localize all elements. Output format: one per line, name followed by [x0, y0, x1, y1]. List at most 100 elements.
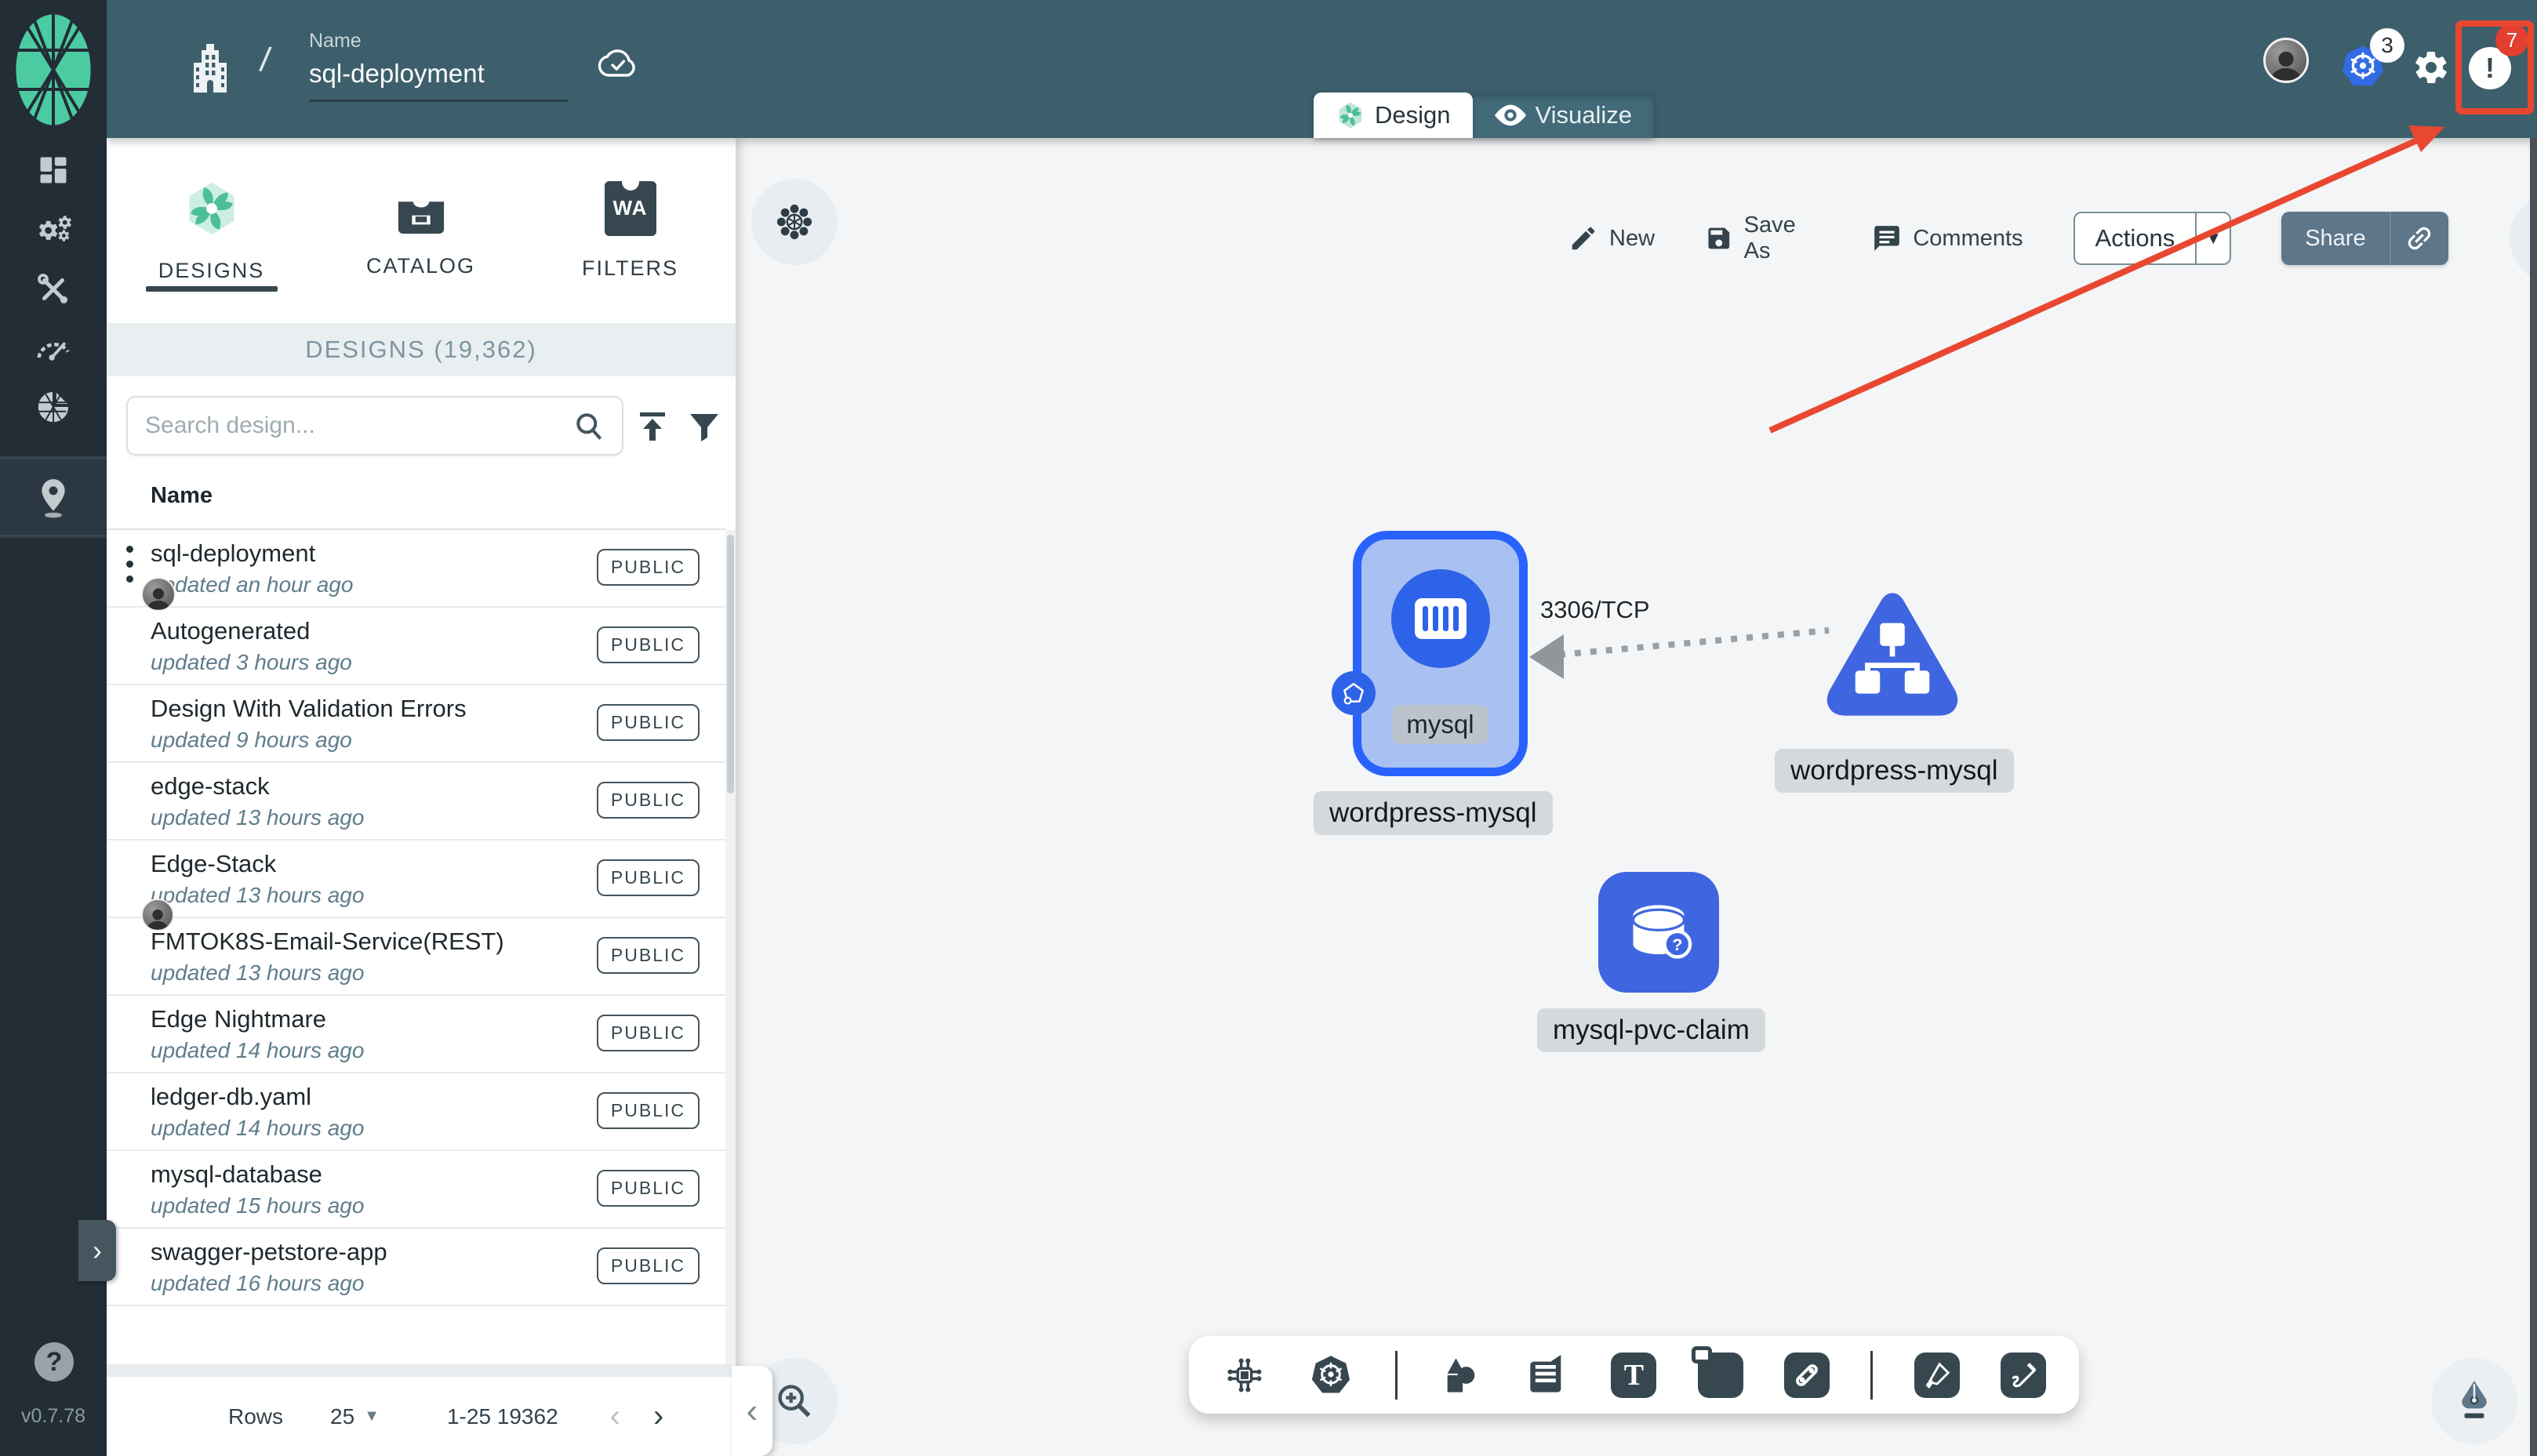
toolbar-divider [1870, 1350, 1874, 1400]
design-name: Edge-Stack [151, 850, 277, 877]
pagination-range: 1-25 19362 [446, 1403, 558, 1429]
sidebar-item-lifecycle[interactable] [0, 199, 107, 260]
cloud-save-status-icon [598, 49, 635, 77]
next-page-button[interactable]: › [653, 1399, 663, 1434]
design-name: mysql-database [151, 1160, 322, 1188]
design-row[interactable]: FMTOK8S-Email-Service(REST) updated 13 h… [107, 918, 726, 996]
design-name: swagger-petstore-app [151, 1238, 387, 1265]
app-version: v0.7.78 [20, 1405, 85, 1427]
notification-center-button[interactable]: ! 7 [2469, 24, 2528, 89]
design-search-input[interactable] [144, 412, 572, 440]
rows-label: Rows [228, 1403, 284, 1429]
panel-tab-designs-label: DESIGNS [158, 258, 265, 282]
design-row[interactable]: Edge-Stack updated 13 hours ago PUBLIC [107, 841, 726, 931]
person-silhouette-icon [147, 588, 170, 610]
text-tool-icon[interactable]: T [1611, 1352, 1657, 1398]
design-row[interactable]: mysql-database updated 15 hours ago PUBL… [107, 1151, 726, 1229]
sidebar-item-configuration[interactable] [0, 259, 107, 320]
design-row[interactable]: edge-stack updated 13 hours ago PUBLIC [107, 763, 726, 841]
edge-layer [1529, 627, 1830, 679]
visibility-badge: PUBLIC [596, 782, 700, 819]
freehand-draw-tool-icon[interactable] [2000, 1352, 2046, 1398]
panel-tab-catalog[interactable]: CATALOG [316, 138, 525, 323]
panel-tab-designs[interactable]: DESIGNS [107, 138, 316, 323]
prev-page-button[interactable]: ‹ [610, 1399, 620, 1434]
design-name: FMTOK8S-Email-Service(REST) [151, 928, 504, 955]
visibility-badge: PUBLIC [596, 549, 700, 586]
import-design-icon[interactable] [634, 408, 671, 445]
design-owner-avatar [141, 577, 176, 612]
tab-visualize[interactable]: Visualize [1472, 93, 1655, 138]
location-pin-icon [42, 479, 65, 518]
person-silhouette-icon [147, 910, 169, 930]
design-row[interactable]: ledger-db.yaml updated 14 hours ago PUBL… [107, 1073, 726, 1151]
design-name: edge-stack [151, 772, 270, 800]
design-canvas[interactable]: New Save As Comments Actions ▼ Share 330… [736, 138, 2531, 1456]
note-tool-icon[interactable] [1691, 1345, 1743, 1398]
sidebar-item-performance[interactable] [0, 317, 107, 378]
design-pen-button[interactable] [2431, 1358, 2517, 1444]
settings-gear-icon[interactable] [2412, 49, 2450, 86]
design-name-group: Name sql-deployment [309, 30, 568, 102]
components-circuit-icon[interactable] [1222, 1353, 1267, 1398]
design-updated: updated 13 hours ago [151, 960, 365, 985]
sidebar-item-location[interactable] [0, 467, 107, 528]
user-avatar[interactable] [2263, 38, 2309, 83]
design-name: Design With Validation Errors [151, 695, 467, 722]
pod-pentagon-icon [1343, 683, 1364, 705]
volume-cylinder-icon: ? [1631, 905, 1692, 959]
sidebar-item-extensions[interactable] [0, 376, 107, 438]
sidebar-expand-handle[interactable]: › [78, 1220, 116, 1281]
design-row[interactable]: swagger-petstore-app updated 16 hours ag… [107, 1229, 726, 1306]
design-row[interactable]: Design With Validation Errors updated 9 … [107, 685, 726, 763]
node-pod-mysql[interactable]: mysql [1332, 531, 1528, 776]
rows-per-page-select[interactable]: 25 ▼ [330, 1404, 380, 1429]
toolbar-divider [1394, 1350, 1398, 1400]
shapes-tool-icon[interactable] [1438, 1353, 1484, 1398]
eye-icon [1494, 104, 1526, 126]
dashboard-icon [40, 157, 67, 183]
design-updated: updated 9 hours ago [151, 728, 352, 752]
filters-wa-badge: WA [612, 196, 648, 220]
row-menu-icon[interactable] [124, 546, 135, 583]
scrollbar-thumb[interactable] [727, 535, 734, 793]
design-updated: updated 13 hours ago [151, 883, 365, 907]
design-row[interactable]: Edge Nightmare updated 14 hours ago PUBL… [107, 996, 726, 1073]
panel-tab-filters-label: FILTERS [581, 256, 678, 280]
person-silhouette-icon [2270, 51, 2302, 81]
panel-collapse-handle[interactable]: ‹ [732, 1366, 772, 1456]
speedometer-icon [37, 342, 70, 361]
breadcrumb-separator: / [257, 40, 273, 80]
kubernetes-tool-icon[interactable] [1308, 1353, 1354, 1398]
edge-3306-tcp[interactable] [1558, 627, 1830, 658]
container-icon [1414, 598, 1467, 639]
comment-tool-icon[interactable] [1525, 1353, 1570, 1398]
node-service-wordpress-mysql[interactable] [1822, 576, 1963, 732]
node-pod-label: wordpress-mysql [1314, 791, 1553, 835]
sidebar-item-dashboard[interactable] [0, 140, 107, 201]
meshery-logo[interactable] [13, 11, 94, 129]
search-icon[interactable] [572, 408, 606, 443]
sidebar-divider [0, 536, 107, 538]
pen-nib-icon [2462, 1381, 2487, 1418]
node-pvc-mysql-pvc-claim[interactable]: ? [1598, 872, 1719, 993]
design-name: sql-deployment [151, 539, 316, 567]
pod-badge [1332, 671, 1376, 715]
gears-icon [38, 216, 71, 241]
meshery-extensions-icon [38, 391, 69, 423]
kubernetes-context-chip[interactable]: 3 [2340, 28, 2404, 89]
help-button[interactable]: ? [35, 1342, 74, 1382]
panel-scrollbar[interactable] [725, 530, 736, 1364]
filter-funnel-icon[interactable] [685, 408, 723, 445]
container-circle [1390, 569, 1490, 668]
tools-icon [38, 274, 68, 304]
tab-design[interactable]: Design [1314, 93, 1473, 138]
design-row[interactable]: sql-deployment updated an hour ago PUBLI… [107, 530, 726, 612]
column-header-name: Name [151, 483, 213, 508]
design-name-input[interactable]: sql-deployment [309, 59, 568, 89]
panel-tab-filters[interactable]: WA FILTERS [525, 138, 735, 323]
link-tool-icon[interactable] [1784, 1352, 1830, 1398]
design-row[interactable]: Autogenerated updated 3 hours ago PUBLIC [107, 608, 726, 685]
arrow-pen-tool-icon[interactable] [1914, 1352, 1960, 1398]
organization-icon[interactable] [191, 44, 230, 93]
